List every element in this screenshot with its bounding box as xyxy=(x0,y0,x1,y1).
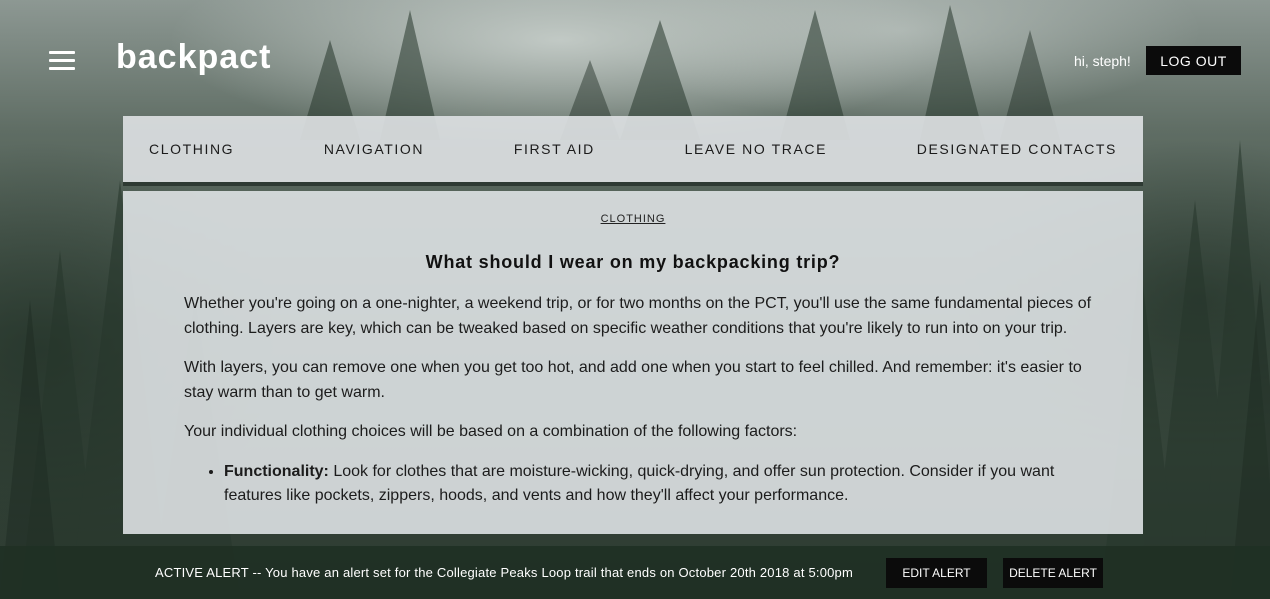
logout-button[interactable]: LOG OUT xyxy=(1146,46,1241,75)
breadcrumb-link-clothing[interactable]: CLOTHING xyxy=(601,213,666,225)
factor-item: Functionality: Look for clothes that are… xyxy=(224,460,1094,509)
user-greeting: hi, steph! xyxy=(1074,53,1131,69)
article-paragraph: Whether you're going on a one-nighter, a… xyxy=(184,295,1092,337)
article-paragraph: With layers, you can remove one when you… xyxy=(184,359,1082,401)
category-tabs: CLOTHING NAVIGATION FIRST AID LEAVE NO T… xyxy=(123,116,1143,186)
brand-logo[interactable]: backpact xyxy=(116,38,271,77)
tab-navigation[interactable]: NAVIGATION xyxy=(324,141,424,157)
tab-designated-contacts[interactable]: DESIGNATED CONTACTS xyxy=(917,141,1117,157)
delete-alert-button[interactable]: DELETE ALERT xyxy=(1003,558,1103,588)
breadcrumb: CLOTHING xyxy=(123,209,1143,227)
article-panel: CLOTHING What should I wear on my backpa… xyxy=(123,191,1143,534)
edit-alert-button[interactable]: EDIT ALERT xyxy=(886,558,987,588)
tab-first-aid[interactable]: FIRST AID xyxy=(514,141,595,157)
factor-description: Look for clothes that are moisture-wicki… xyxy=(224,462,1055,505)
active-alert-bar: ACTIVE ALERT -- You have an alert set fo… xyxy=(0,546,1270,599)
hamburger-menu-icon[interactable] xyxy=(49,51,75,71)
factor-term: Functionality: xyxy=(224,462,329,480)
article-body: Whether you're going on a one-nighter, a… xyxy=(184,292,1094,509)
tab-leave-no-trace[interactable]: LEAVE NO TRACE xyxy=(685,141,827,157)
tab-clothing[interactable]: CLOTHING xyxy=(149,141,234,157)
article-paragraph: Your individual clothing choices will be… xyxy=(184,423,798,440)
factors-list: Functionality: Look for clothes that are… xyxy=(224,460,1094,509)
alert-message: ACTIVE ALERT -- You have an alert set fo… xyxy=(155,565,854,580)
article-title: What should I wear on my backpacking tri… xyxy=(425,252,841,272)
